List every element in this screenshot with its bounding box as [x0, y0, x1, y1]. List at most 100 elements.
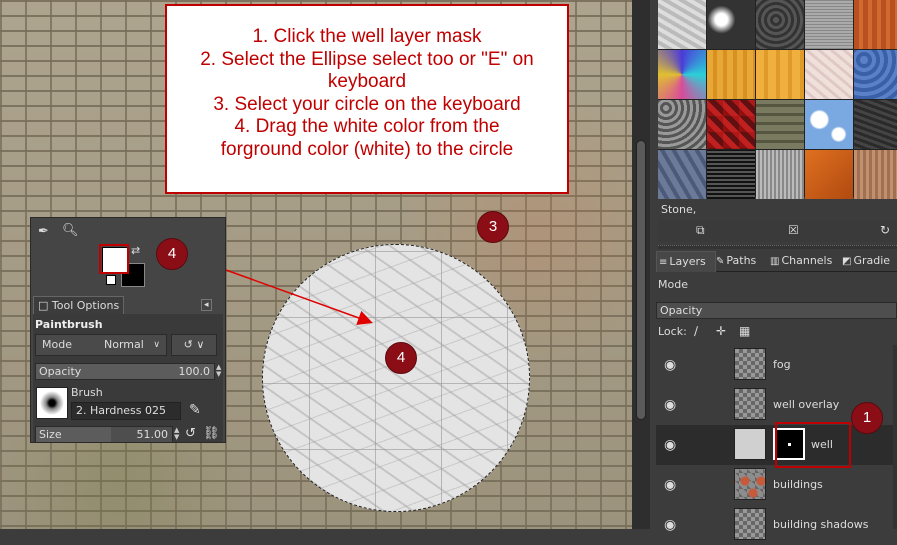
eye-icon[interactable]: ◉: [664, 397, 676, 413]
layer-mask-highlight: [775, 422, 851, 468]
pattern-swatch[interactable]: [756, 150, 804, 199]
brush-preview[interactable]: [36, 387, 68, 419]
pattern-swatch[interactable]: [756, 0, 804, 49]
instruction-line-4: 3. Select your circle on the keyboard: [213, 93, 521, 115]
pattern-swatch[interactable]: [854, 0, 897, 49]
lock-position-icon[interactable]: ✛: [716, 324, 726, 338]
eye-icon[interactable]: ◉: [664, 437, 676, 453]
size-slider[interactable]: Size 51.00 ▲ ▼: [35, 426, 179, 443]
swap-colors-icon[interactable]: ⇄: [131, 244, 140, 257]
channels-icon: ▥: [770, 256, 780, 267]
pattern-swatch[interactable]: [756, 50, 804, 99]
layer-row-building-shadows[interactable]: ◉ building shadows: [656, 505, 897, 545]
eye-icon[interactable]: ◉: [664, 517, 676, 533]
layers-scrollbar[interactable]: [893, 345, 897, 529]
tab-paths[interactable]: ✎ Paths: [714, 251, 770, 271]
color-picker-icon[interactable]: ✒: [38, 224, 49, 239]
tab-gradients-label: Gradie: [853, 254, 891, 267]
lock-alpha-icon[interactable]: ▦: [739, 324, 750, 338]
canvas-vertical-scrollbar[interactable]: [632, 0, 650, 529]
layer-row-fog[interactable]: ◉ fog: [656, 345, 897, 385]
pattern-swatch[interactable]: [707, 100, 755, 149]
dock-separator[interactable]: [658, 245, 897, 249]
pattern-swatch[interactable]: [756, 100, 804, 149]
scrollbar-thumb[interactable]: [636, 140, 646, 420]
lock-label: Lock:: [658, 325, 687, 338]
step-badge-4-circle: 4: [385, 342, 417, 374]
pattern-swatch[interactable]: [658, 100, 706, 149]
tab-paths-label: Paths: [726, 254, 757, 267]
tab-channels-label: Channels: [781, 254, 833, 267]
brush-label: Brush: [71, 386, 103, 399]
layer-name: building shadows: [773, 518, 869, 531]
pattern-swatch[interactable]: [854, 50, 897, 99]
opacity-slider[interactable]: Opacity 100.0 ▲ ▼: [35, 363, 221, 380]
pattern-swatch[interactable]: [805, 150, 853, 199]
layer-opacity-label: Opacity: [660, 304, 703, 317]
tab-layers[interactable]: ≡ Layers: [656, 251, 716, 272]
layer-thumbnail: [734, 388, 766, 420]
pattern-swatch[interactable]: [805, 100, 853, 149]
pattern-swatch[interactable]: [805, 50, 853, 99]
instruction-line-1: 1. Click the well layer mask: [252, 26, 482, 47]
layer-thumbnail: [734, 348, 766, 380]
refresh-icon[interactable]: ↻: [880, 223, 890, 237]
pattern-swatch[interactable]: [854, 100, 897, 149]
layer-mode[interactable]: Mode: [658, 278, 688, 291]
reverse-icon: ↺ ∨: [183, 338, 205, 351]
instructions-box: 1. Click the well layer mask 2. Select t…: [165, 4, 569, 194]
pattern-swatch[interactable]: [658, 0, 706, 49]
eye-icon[interactable]: ◉: [664, 357, 676, 373]
pattern-swatch[interactable]: [854, 150, 897, 199]
step-badge-4-toolbox: 4: [156, 238, 188, 270]
pattern-swatch[interactable]: [658, 150, 706, 199]
mode-reverse-select[interactable]: ↺ ∨: [171, 334, 217, 356]
mode-label: Mode: [42, 338, 72, 351]
zoom-icon[interactable]: 🔍︎: [62, 223, 79, 238]
gradients-icon: ◩: [842, 256, 852, 267]
tab-menu-icon[interactable]: ◂: [201, 299, 212, 311]
mode-value: Normal: [104, 338, 144, 351]
layer-opacity-slider[interactable]: Opacity: [656, 302, 897, 319]
link-size-icon[interactable]: ⛓: [203, 426, 220, 441]
layer-name: buildings: [773, 478, 823, 491]
size-label: Size: [39, 428, 62, 441]
tool-name: Paintbrush: [35, 318, 103, 331]
pattern-swatch[interactable]: [658, 50, 706, 99]
tab-layers-label: Layers: [669, 255, 706, 268]
foreground-highlight: [99, 244, 129, 274]
step-badge-3: 3: [477, 211, 509, 243]
layer-name: fog: [773, 358, 791, 371]
opacity-spin-icon[interactable]: ▲ ▼: [216, 364, 224, 379]
edit-brush-icon[interactable]: ✎: [189, 402, 201, 418]
pattern-grid: [658, 0, 897, 199]
delete-icon[interactable]: ☒: [788, 223, 799, 237]
layer-row-buildings[interactable]: ◉ buildings: [656, 465, 897, 505]
layer-thumbnail: [734, 468, 766, 500]
mode-select[interactable]: Mode Normal ∨: [35, 334, 167, 356]
tool-options-icon: □: [38, 299, 52, 312]
pattern-swatch[interactable]: [805, 0, 853, 49]
brush-name-field[interactable]: 2. Hardness 025: [71, 402, 181, 420]
pattern-swatch[interactable]: [707, 50, 755, 99]
size-spin-icon[interactable]: ▲ ▼: [174, 427, 182, 442]
lock-pixels-icon[interactable]: ∕: [694, 324, 698, 338]
duplicate-icon[interactable]: ⧉: [696, 223, 705, 238]
size-value: 51.00: [136, 428, 169, 441]
tab-tool-options[interactable]: □ Tool Options: [33, 296, 125, 314]
tab-gradients[interactable]: ◩ Gradie: [840, 251, 897, 271]
image-canvas[interactable]: 1. Click the well layer mask 2. Select t…: [0, 0, 632, 529]
pattern-swatch[interactable]: [707, 0, 755, 49]
layers-icon: ≡: [659, 257, 668, 268]
reset-colors-icon[interactable]: [106, 275, 116, 285]
instruction-line-2: 2. Select the Ellipse select too or "E" …: [200, 48, 534, 70]
ellipse-selection-circle[interactable]: [262, 244, 530, 512]
pattern-swatch[interactable]: [707, 150, 755, 199]
instruction-line-3: keyboard: [327, 71, 407, 92]
eye-icon[interactable]: ◉: [664, 477, 676, 493]
tab-channels[interactable]: ▥ Channels: [768, 251, 842, 271]
reset-size-icon[interactable]: ↺: [185, 426, 196, 441]
step-badge-1: 1: [851, 402, 883, 434]
layer-thumbnail: [734, 508, 766, 540]
layer-list: ◉ fog ◉ well overlay ◉ well ◉ buildings …: [656, 345, 897, 540]
